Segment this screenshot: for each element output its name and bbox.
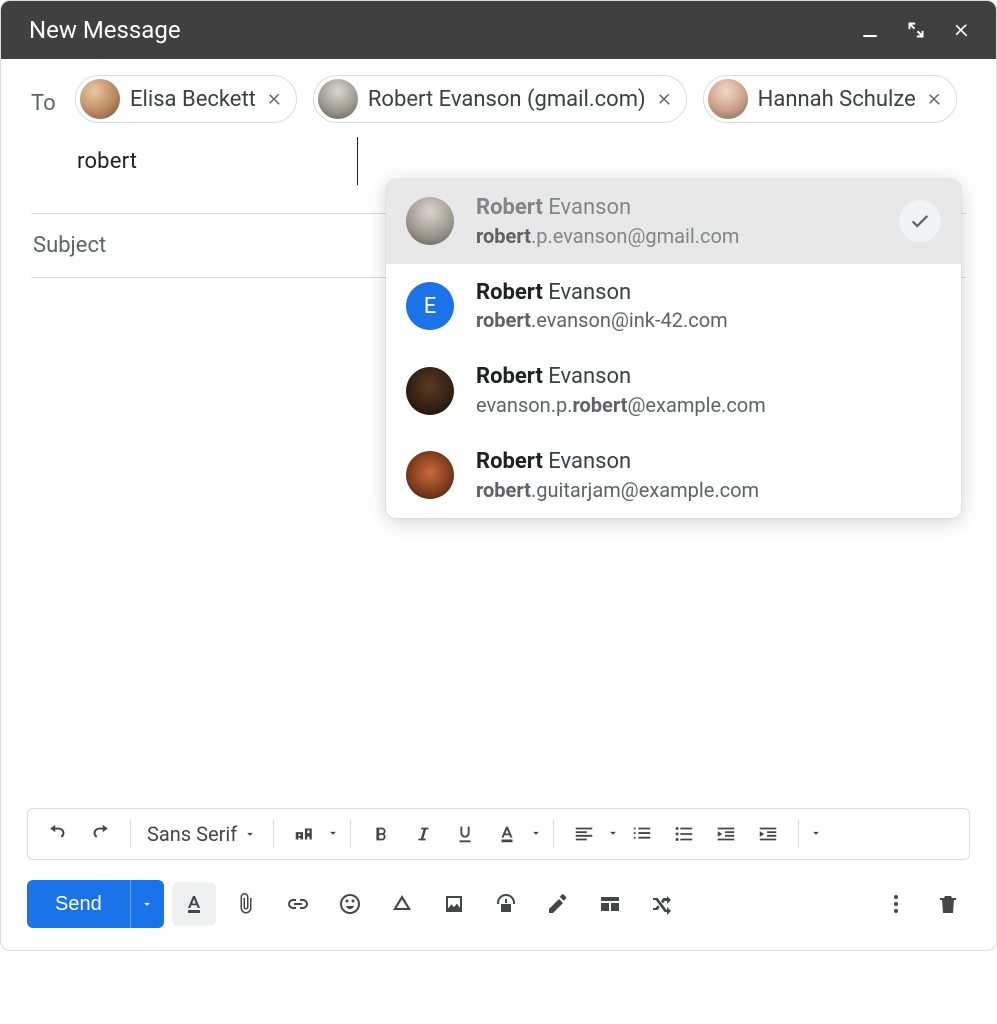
underline-button[interactable] <box>445 814 485 854</box>
bulleted-list-button[interactable] <box>664 814 704 854</box>
contact-autocomplete: Robert Evanson robert.p.evanson@gmail.co… <box>386 179 961 518</box>
autocomplete-text: Robert Evanson evanson.p.robert@example.… <box>476 362 941 419</box>
undo-button[interactable] <box>38 814 78 854</box>
avatar <box>406 451 454 499</box>
compose-window: New Message To Elisa Beckett <box>0 0 997 951</box>
italic-button[interactable] <box>403 814 443 854</box>
recipient-input[interactable] <box>75 137 358 185</box>
expand-icon[interactable] <box>906 20 926 40</box>
avatar <box>406 197 454 245</box>
indent-less-button[interactable] <box>706 814 746 854</box>
more-formatting-icon[interactable] <box>809 825 823 844</box>
contact-email: robert.guitarjam@example.com <box>476 477 941 504</box>
window-title: New Message <box>29 16 860 44</box>
chip-label: Robert Evanson (gmail.com) <box>368 87 646 112</box>
confidential-mode-button[interactable] <box>484 882 528 926</box>
contact-email: robert.evanson@ink-42.com <box>476 307 941 334</box>
autocomplete-item[interactable]: Robert Evanson robert.p.evanson@gmail.co… <box>386 179 961 264</box>
font-size-button[interactable] <box>284 814 324 854</box>
redo-button[interactable] <box>80 814 120 854</box>
bold-button[interactable] <box>361 814 401 854</box>
chevron-down-icon[interactable] <box>326 825 340 844</box>
contact-email: robert.p.evanson@gmail.com <box>476 223 877 250</box>
chip-label: Hannah Schulze <box>758 87 916 112</box>
shuffle-button[interactable] <box>640 882 684 926</box>
text-color-button[interactable] <box>487 814 527 854</box>
autocomplete-text: Robert Evanson robert.p.evanson@gmail.co… <box>476 193 877 250</box>
separator <box>553 820 554 848</box>
align-button[interactable] <box>564 814 604 854</box>
contact-name: Robert Evanson <box>476 193 877 223</box>
chip-remove-icon[interactable] <box>266 90 284 108</box>
send-button[interactable]: Send <box>27 880 130 928</box>
font-family-label: Sans Serif <box>147 822 237 846</box>
titlebar: New Message <box>1 1 996 59</box>
formatting-toolbar: Sans Serif <box>27 808 970 860</box>
indent-more-button[interactable] <box>748 814 788 854</box>
chevron-down-icon[interactable] <box>606 825 620 844</box>
toggle-formatting-button[interactable] <box>172 882 216 926</box>
titlebar-actions <box>860 20 972 40</box>
recipient-chip[interactable]: Hannah Schulze <box>703 75 957 123</box>
autocomplete-item[interactable]: Robert Evanson robert.guitarjam@example.… <box>386 433 961 518</box>
recipient-chip[interactable]: Robert Evanson (gmail.com) <box>313 75 687 123</box>
minimize-icon[interactable] <box>860 20 880 40</box>
contact-email: evanson.p.robert@example.com <box>476 392 941 419</box>
autocomplete-text: Robert Evanson robert.evanson@ink-42.com <box>476 278 941 335</box>
check-icon <box>899 200 941 242</box>
to-label: To <box>31 75 75 116</box>
autocomplete-item[interactable]: Robert Evanson evanson.p.robert@example.… <box>386 348 961 433</box>
chip-remove-icon[interactable] <box>926 90 944 108</box>
insert-link-button[interactable] <box>276 882 320 926</box>
contact-name: Robert Evanson <box>476 447 941 477</box>
to-row: To Elisa Beckett Robert Evanson (gmail.c… <box>31 59 966 185</box>
avatar <box>708 79 748 119</box>
insert-emoji-button[interactable] <box>328 882 372 926</box>
insert-signature-button[interactable] <box>536 882 580 926</box>
insert-photo-button[interactable] <box>432 882 476 926</box>
avatar <box>80 79 120 119</box>
compose-body: To Elisa Beckett Robert Evanson (gmail.c… <box>1 59 996 278</box>
avatar: E <box>406 282 454 330</box>
avatar <box>406 367 454 415</box>
separator <box>130 820 131 848</box>
contact-name: Robert Evanson <box>476 362 941 392</box>
avatar <box>318 79 358 119</box>
separator <box>350 820 351 848</box>
font-family-select[interactable]: Sans Serif <box>141 814 263 854</box>
send-button-group: Send <box>27 880 164 928</box>
separator <box>273 820 274 848</box>
close-icon[interactable] <box>952 20 972 40</box>
compose-actions: Send <box>1 870 996 950</box>
more-options-button[interactable] <box>874 882 918 926</box>
insert-drive-button[interactable] <box>380 882 424 926</box>
chevron-down-icon <box>243 822 257 846</box>
attach-file-button[interactable] <box>224 882 268 926</box>
separator <box>798 820 799 848</box>
contact-name: Robert Evanson <box>476 278 941 308</box>
chip-label: Elisa Beckett <box>130 87 256 112</box>
recipients-area[interactable]: Elisa Beckett Robert Evanson (gmail.com)… <box>75 75 966 185</box>
chip-remove-icon[interactable] <box>656 90 674 108</box>
autocomplete-item[interactable]: E Robert Evanson robert.evanson@ink-42.c… <box>386 264 961 349</box>
recipient-chip[interactable]: Elisa Beckett <box>75 75 297 123</box>
chevron-down-icon[interactable] <box>529 825 543 844</box>
discard-draft-button[interactable] <box>926 882 970 926</box>
numbered-list-button[interactable] <box>622 814 662 854</box>
send-options-button[interactable] <box>130 880 164 928</box>
layout-button[interactable] <box>588 882 632 926</box>
autocomplete-text: Robert Evanson robert.guitarjam@example.… <box>476 447 941 504</box>
